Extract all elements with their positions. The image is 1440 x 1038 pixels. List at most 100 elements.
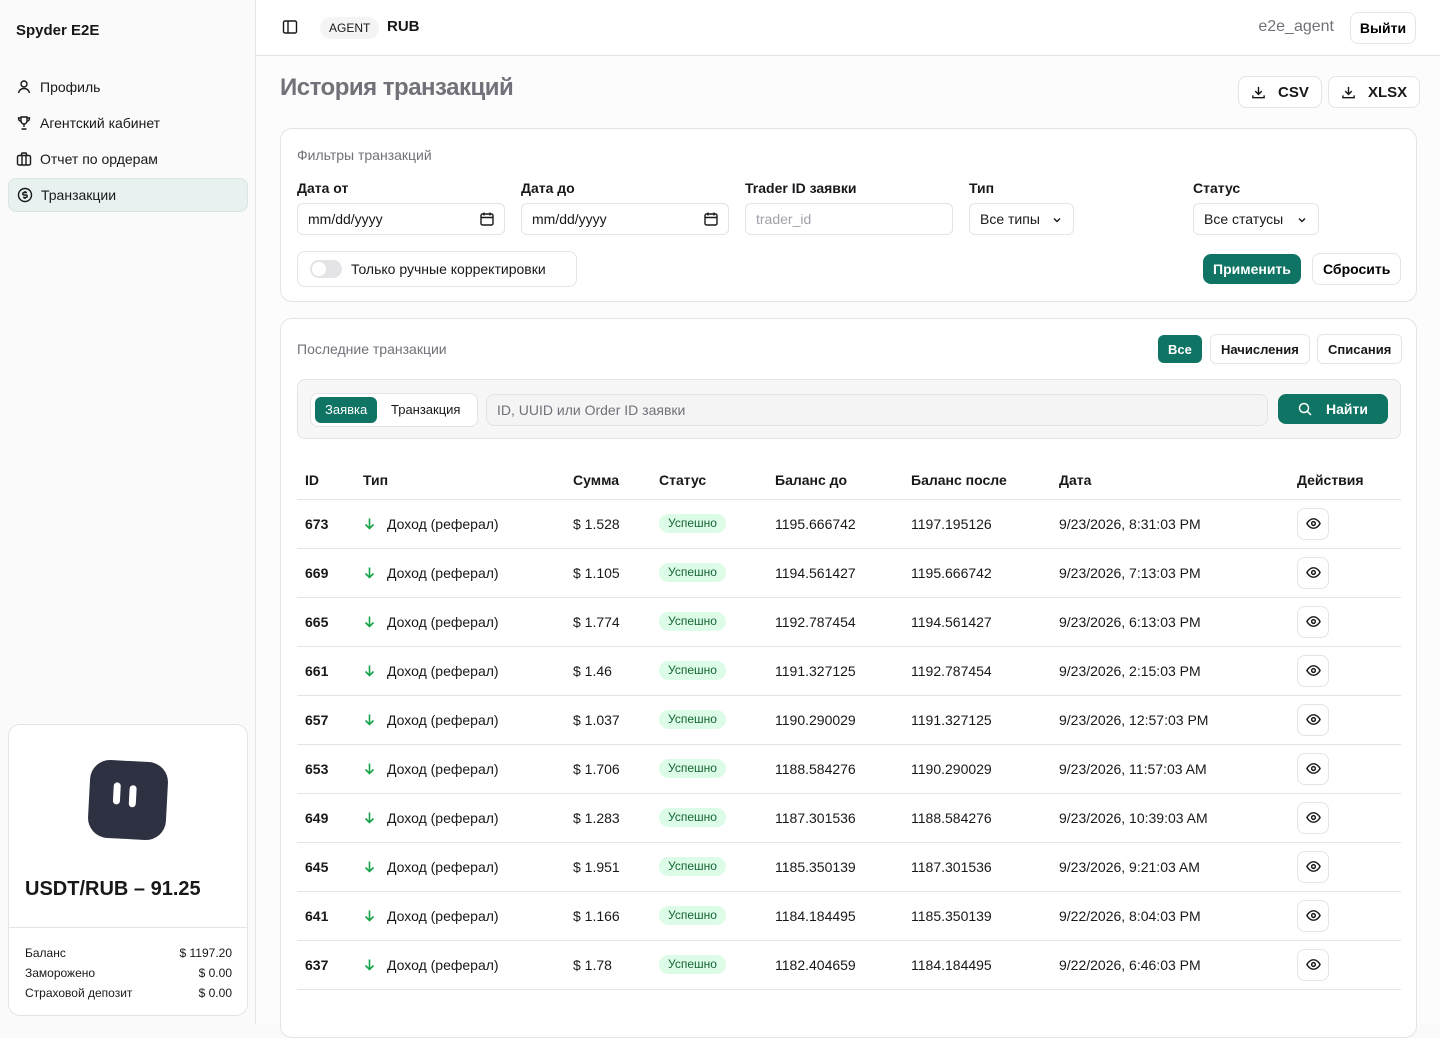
cell-type: Доход (реферал): [355, 940, 565, 990]
cell-status: Успешно: [651, 499, 767, 549]
view-button[interactable]: [1297, 507, 1329, 540]
status-badge: Успешно: [659, 808, 726, 827]
sidebar-item-orders-report[interactable]: Отчет по ордерам: [8, 142, 248, 176]
cell-balance-after: 1194.561427: [903, 597, 1051, 647]
status-badge: Успешно: [659, 612, 726, 631]
table-row: 669 Доход (реферал) $ 1.105 Успешно 1194…: [297, 548, 1401, 598]
stat-value: $ 0.00: [198, 966, 232, 980]
view-button[interactable]: [1297, 948, 1329, 981]
cell-balance-after: 1188.584276: [903, 793, 1051, 843]
view-button[interactable]: [1297, 752, 1329, 785]
eye-icon: [1305, 812, 1321, 823]
trader-id-input[interactable]: trader_id: [745, 203, 953, 235]
export-csv-button[interactable]: CSV: [1238, 76, 1322, 108]
cell-actions: [1289, 842, 1401, 892]
eye-icon: [1305, 959, 1321, 970]
arrow-down-icon: [364, 567, 375, 579]
view-button[interactable]: [1297, 899, 1329, 932]
cell-actions: [1289, 597, 1401, 647]
arrow-down-icon: [364, 518, 375, 530]
cell-balance-after: 1187.301536: [903, 842, 1051, 892]
calendar-icon[interactable]: [480, 212, 494, 226]
cell-balance-after: 1184.184495: [903, 940, 1051, 990]
balance-card: USDT/RUB – 91.25 Баланс $ 1197.20 Заморо…: [8, 724, 248, 1016]
cell-balance-before: 1190.290029: [767, 695, 903, 745]
view-button[interactable]: [1297, 654, 1329, 687]
cell-actions: [1289, 793, 1401, 843]
export-xlsx-button[interactable]: XLSX: [1328, 76, 1421, 108]
column-header: Дата: [1051, 461, 1289, 500]
type-cell: Доход (реферал): [363, 908, 565, 924]
column-header: Тип: [355, 461, 565, 500]
status-badge: Успешно: [659, 955, 726, 974]
cell-type: Доход (реферал): [355, 695, 565, 745]
cell-balance-before: 1192.787454: [767, 597, 903, 647]
cell-amount: $ 1.46: [565, 646, 651, 696]
cell-status: Успешно: [651, 646, 767, 696]
view-button[interactable]: [1297, 703, 1329, 736]
type-label: Доход (реферал): [387, 662, 499, 679]
logout-button[interactable]: Выйти: [1350, 12, 1416, 44]
table-row: 645 Доход (реферал) $ 1.951 Успешно 1185…: [297, 842, 1401, 892]
app-logo: [87, 759, 169, 841]
cell-actions: [1289, 646, 1401, 696]
search-mode-order[interactable]: Заявка: [315, 397, 378, 423]
cell-amount: $ 1.105: [565, 548, 651, 598]
cell-type: Доход (реферал): [355, 597, 565, 647]
cell-balance-after: 1195.666742: [903, 548, 1051, 598]
date-to-value: mm/dd/yyyy: [532, 211, 607, 227]
view-button[interactable]: [1297, 556, 1329, 589]
type-cell: Доход (реферал): [363, 712, 565, 728]
cell-amount: $ 1.283: [565, 793, 651, 843]
find-button[interactable]: Найти: [1278, 394, 1388, 424]
calendar-icon[interactable]: [704, 212, 718, 226]
date-to-input[interactable]: mm/dd/yyyy: [521, 203, 729, 235]
exchange-rate: USDT/RUB – 91.25: [25, 878, 201, 900]
cell-amount: $ 1.706: [565, 744, 651, 794]
cell-date: 9/23/2026, 11:57:03 AM: [1051, 744, 1289, 794]
type-select-value: Все типы: [980, 211, 1040, 227]
table-row: 673 Доход (реферал) $ 1.528 Успешно 1195…: [297, 499, 1401, 549]
recent-transactions-card: Последние транзакции Все Начисления Спис…: [280, 318, 1417, 1038]
sidebar-item-profile[interactable]: Профиль: [8, 70, 248, 104]
view-button[interactable]: [1297, 801, 1329, 834]
chevron-down-icon: [1053, 218, 1061, 223]
cell-balance-after: 1191.327125: [903, 695, 1051, 745]
cell-balance-after: 1192.787454: [903, 646, 1051, 696]
status-select[interactable]: Все статусы: [1193, 203, 1319, 235]
reset-button[interactable]: Сбросить: [1312, 253, 1402, 285]
manual-corrections-toggle[interactable]: Только ручные корректировки: [297, 251, 577, 287]
view-button[interactable]: [1297, 605, 1329, 638]
date-to-label: Дата до: [521, 180, 575, 196]
search-input[interactable]: ID, UUID или Order ID заявки: [486, 394, 1268, 426]
cell-balance-before: 1191.327125: [767, 646, 903, 696]
tab-all[interactable]: Все: [1158, 335, 1202, 363]
tab-credits[interactable]: Начисления: [1210, 334, 1310, 364]
search-mode-transaction[interactable]: Транзакция: [381, 397, 470, 423]
filters-title: Фильтры транзакций: [297, 147, 432, 163]
arrow-down-icon: [364, 910, 375, 922]
type-select[interactable]: Все типы: [969, 203, 1074, 235]
view-button[interactable]: [1297, 850, 1329, 883]
cell-actions: [1289, 695, 1401, 745]
table-row: 657 Доход (реферал) $ 1.037 Успешно 1190…: [297, 695, 1401, 745]
status-badge: Успешно: [659, 563, 726, 582]
sidebar-item-agent-cabinet[interactable]: Агентский кабинет: [8, 106, 248, 140]
apply-button[interactable]: Применить: [1203, 254, 1301, 284]
type-label: Доход (реферал): [387, 809, 499, 826]
cell-date: 9/22/2026, 6:46:03 PM: [1051, 940, 1289, 990]
date-from-input[interactable]: mm/dd/yyyy: [297, 203, 505, 235]
cell-id: 673: [297, 499, 355, 549]
sidebar-toggle-icon[interactable]: [282, 19, 298, 35]
status-badge: Успешно: [659, 759, 726, 778]
type-label: Доход (реферал): [387, 711, 499, 728]
stat-label: Заморожено: [25, 966, 96, 980]
sidebar-item-transactions[interactable]: Транзакции: [8, 178, 248, 212]
stat-value: $ 0.00: [198, 986, 232, 1000]
cell-status: Успешно: [651, 597, 767, 647]
eye-icon: [1305, 616, 1321, 627]
cell-id: 657: [297, 695, 355, 745]
toggle-switch[interactable]: [310, 260, 342, 278]
tab-debits[interactable]: Списания: [1317, 334, 1403, 364]
cell-balance-before: 1188.584276: [767, 744, 903, 794]
